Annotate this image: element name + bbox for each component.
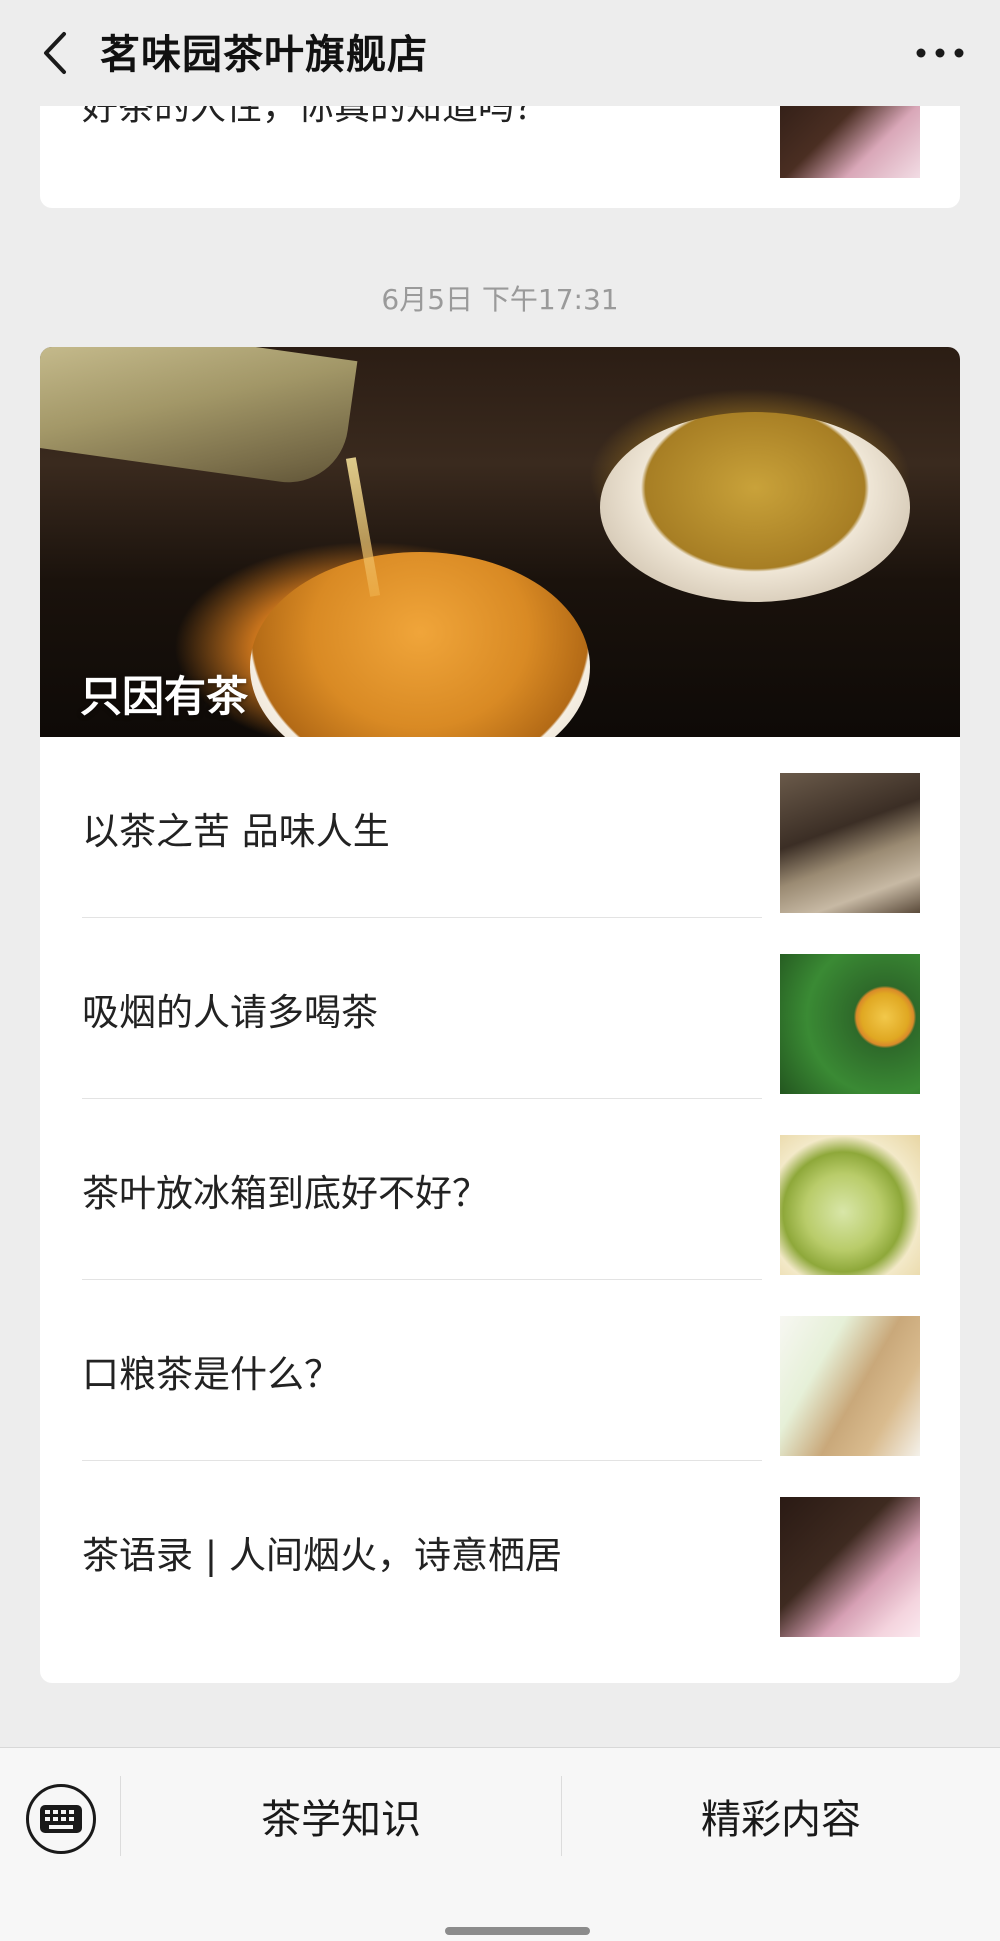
- back-button[interactable]: [30, 24, 80, 82]
- list-item-title: 口粮茶是什么？: [82, 1352, 341, 1396]
- bottom-menu-bar: 茶学知识 精彩内容: [0, 1747, 1000, 1941]
- list-item-thumbnail: [780, 1135, 920, 1275]
- list-item-thumbnail: [780, 1497, 920, 1637]
- list-item-thumbnail: [780, 954, 920, 1094]
- article-list: 以茶之苦 品味人生 吸烟的人请多喝茶 茶叶放冰箱到底好不好？ 口粮茶是什么？ 茶…: [40, 737, 960, 1642]
- cover-image-cup-large: [250, 552, 590, 737]
- home-indicator[interactable]: [445, 1927, 590, 1935]
- list-item-thumbnail: [780, 773, 920, 913]
- chevron-left-icon: [44, 32, 66, 74]
- list-item[interactable]: 口粮茶是什么？: [40, 1280, 960, 1461]
- list-item-title: 吸烟的人请多喝茶: [82, 990, 378, 1034]
- account-title: 茗味园茶叶旗舰店: [100, 32, 428, 78]
- more-dots-icon: [916, 48, 964, 58]
- list-item[interactable]: 以茶之苦 品味人生: [40, 737, 960, 918]
- keyboard-toggle-button[interactable]: [26, 1784, 96, 1854]
- menu-item-featured-content[interactable]: 精彩内容: [562, 1776, 1000, 1856]
- menu-item-tea-knowledge[interactable]: 茶学知识: [121, 1776, 561, 1856]
- cover-image-pitcher: [40, 347, 358, 491]
- cover-article[interactable]: 只因有茶: [40, 347, 960, 737]
- cover-image-cup-small: [600, 412, 910, 602]
- list-item-thumbnail: [780, 1316, 920, 1456]
- top-nav-bar: 茗味园茶叶旗舰店: [0, 0, 1000, 106]
- more-button[interactable]: [900, 24, 980, 82]
- list-item[interactable]: 茶语录 | 人间烟火，诗意栖居: [40, 1461, 960, 1642]
- cover-article-title: 只因有茶: [80, 672, 249, 721]
- list-item[interactable]: 吸烟的人请多喝茶: [40, 918, 960, 1099]
- article-card: 只因有茶 以茶之苦 品味人生 吸烟的人请多喝茶 茶叶放冰箱到底好不好？ 口粮茶是…: [40, 347, 960, 1683]
- keyboard-icon: [40, 1805, 82, 1833]
- list-item-title: 以茶之苦 品味人生: [82, 809, 390, 853]
- list-item[interactable]: 茶叶放冰箱到底好不好？: [40, 1099, 960, 1280]
- list-item-title: 茶叶放冰箱到底好不好？: [82, 1171, 489, 1215]
- list-item-title: 茶语录 | 人间烟火，诗意栖居: [82, 1533, 562, 1577]
- message-timestamp: 6月5日 下午17:31: [381, 283, 619, 316]
